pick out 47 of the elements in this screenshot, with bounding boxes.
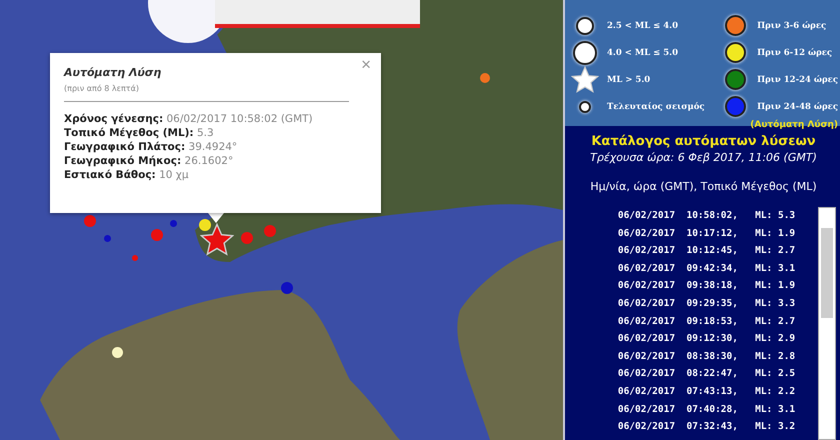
catalog-title: Κατάλογος αυτόματων λύσεων — [591, 134, 816, 149]
marker-dot[interactable] — [132, 255, 138, 261]
legend-label: Πριν 24-48 ώρες — [757, 102, 838, 112]
marker-dot[interactable] — [84, 215, 96, 227]
catalog-row[interactable]: 06/02/2017 09:29:35, ML: 3.3 — [618, 294, 796, 313]
catalog-row[interactable]: 06/02/2017 10:58:02, ML: 5.3 — [618, 207, 796, 225]
marker-dot[interactable] — [199, 219, 211, 231]
popup-field: Τοπικό Μέγεθος (ML): 5.3 — [64, 126, 367, 140]
star-icon — [571, 64, 599, 94]
satellite-map[interactable]: Αυτόματη Λύση (πριν από 8 λεπτά) × Χρόνος γένεσης: 06/02/2017 10:58:02 (GMT) Τοπικό Μέγεθος (ML): 5.3 Γεωγραφικό Πλάτος: 39.4924° Γεωγραφικό Μήκος: 26.1602° Εστιακό Βάθος: 10 χμ — [0, 0, 563, 440]
legend-label: Πριν 12-24 ώρες — [757, 74, 838, 84]
legend-note: (Αυτόματη Λύση) — [750, 120, 838, 130]
catalog-row[interactable]: 06/02/2017 08:22:47, ML: 2.5 — [618, 365, 796, 383]
popup-pointer — [208, 213, 224, 223]
catalog-row[interactable]: 06/02/2017 07:32:43, ML: 3.2 — [618, 418, 796, 436]
legend-label: Πριν 3-6 ώρες — [757, 20, 826, 30]
legend-label: Πριν 6-12 ώρες — [757, 48, 832, 58]
popup-field: Χρόνος γένεσης: 06/02/2017 10:58:02 (GMT) — [64, 112, 367, 126]
catalog-row[interactable]: 06/02/2017 08:38:30, ML: 2.8 — [618, 348, 796, 366]
circle-icon — [579, 100, 591, 112]
legend-label: 2.5 < ML ≤ 4.0 — [607, 20, 678, 30]
popup-subtitle: (πριν από 8 λεπτά) — [64, 84, 140, 93]
legend-label: ML > 5.0 — [607, 74, 650, 84]
marker-dot[interactable] — [281, 282, 293, 294]
popup-field: Γεωγραφικό Μήκος: 26.1602° — [64, 154, 367, 168]
current-time: Τρέχουσα ώρα: 6 Φεβ 2017, 11:06 (GMT) — [590, 151, 817, 164]
catalog-row[interactable]: 06/02/2017 09:18:53, ML: 2.7 — [618, 312, 796, 330]
marker-dot[interactable] — [151, 229, 163, 241]
circle-icon — [576, 16, 594, 34]
popup-title: Αυτόματη Λύση — [64, 66, 162, 79]
catalog-row[interactable]: 06/02/2017 10:12:45, ML: 2.7 — [618, 242, 796, 260]
popup-field: Γεωγραφικό Πλάτος: 39.4924° — [64, 140, 367, 154]
marker-dot[interactable] — [170, 220, 176, 226]
popup-field: Εστιακό Βάθος: 10 χμ — [64, 168, 367, 182]
scrollbar[interactable] — [818, 207, 836, 440]
column-header: Ημ/νία, ώρα (GMT), Τοπικό Μέγεθος (ML) — [590, 180, 817, 193]
circle-icon — [573, 40, 597, 64]
catalog-row[interactable]: 06/02/2017 09:42:34, ML: 3.1 — [618, 260, 796, 278]
catalog-row[interactable]: 06/02/2017 07:40:28, ML: 3.1 — [618, 400, 796, 418]
legend-label: 4.0 < ML ≤ 5.0 — [607, 48, 678, 58]
scrollbar-thumb[interactable] — [821, 228, 833, 318]
catalog-row[interactable]: 06/02/2017 07:43:13, ML: 2.2 — [618, 382, 796, 401]
marker-dot[interactable] — [104, 234, 110, 242]
catalog-row[interactable]: 06/02/2017 10:17:12, ML: 1.9 — [618, 224, 796, 242]
catalog-row[interactable]: 06/02/2017 09:12:30, ML: 2.9 — [618, 330, 796, 348]
catalog-row[interactable]: 06/02/2017 09:38:18, ML: 1.9 — [618, 277, 796, 295]
legend-label: Τελευταίος σεισμός — [607, 102, 705, 112]
